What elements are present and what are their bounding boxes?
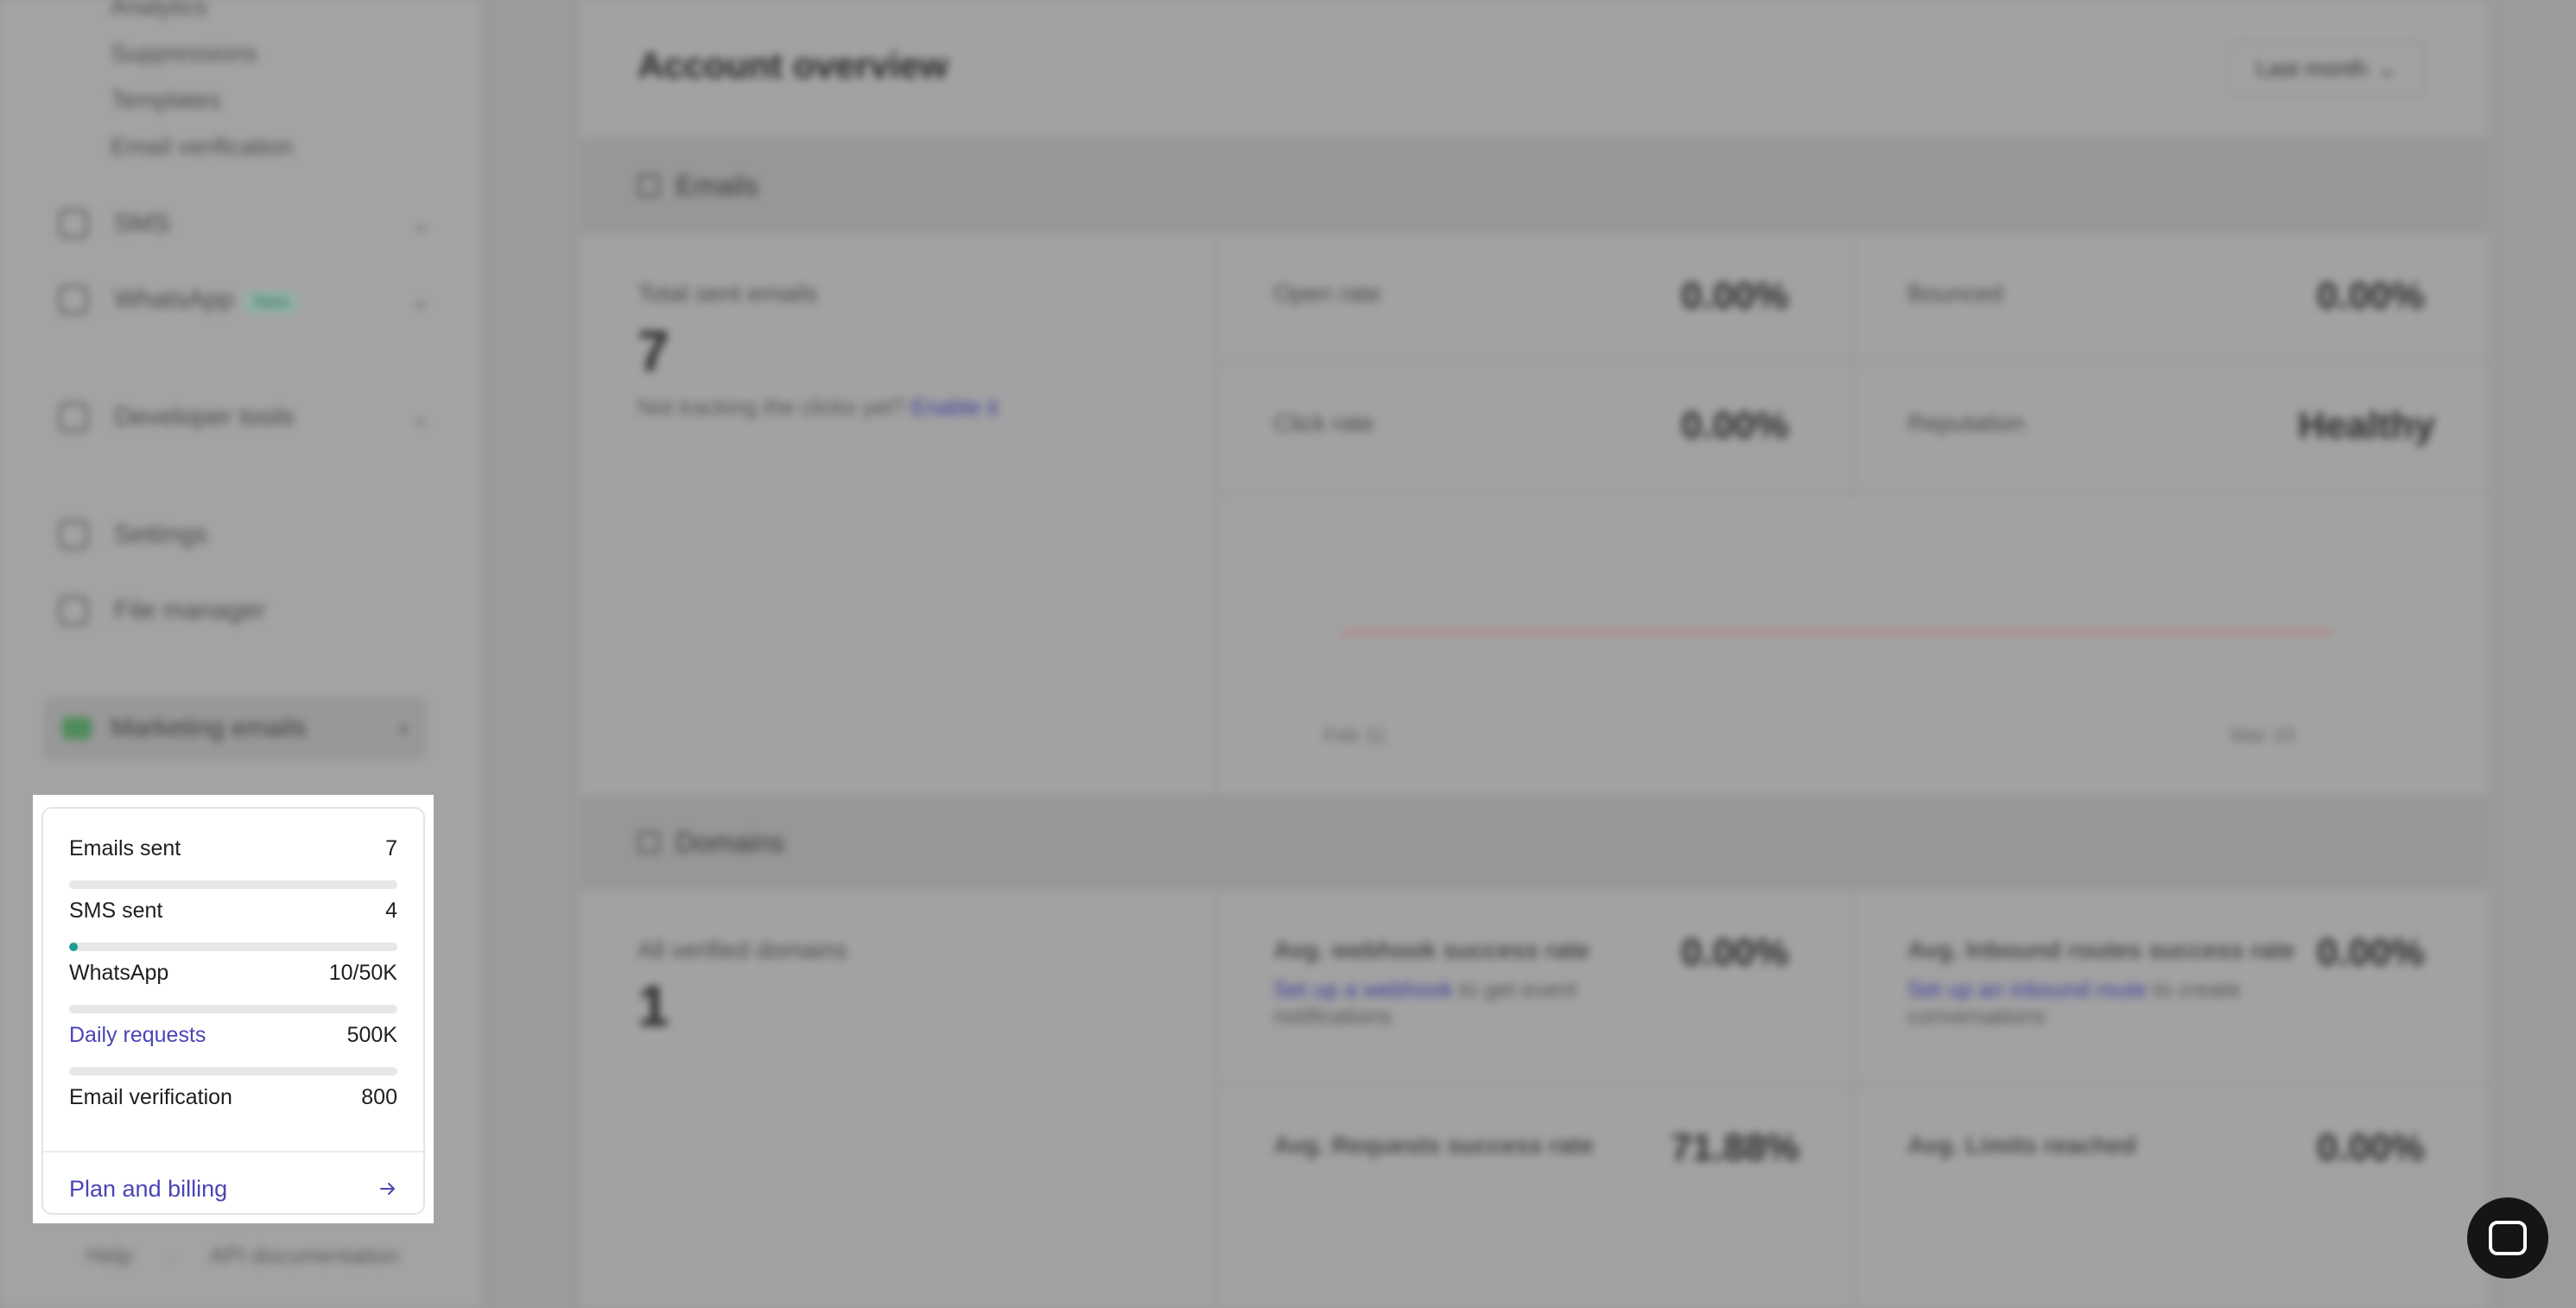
bounced-label: Bounced [1907, 280, 2003, 307]
gear-icon [59, 520, 88, 549]
chevron-down-icon: ⌄ [411, 210, 430, 237]
sidebar-item-settings[interactable]: Settings [59, 513, 430, 556]
chevron-right-icon: › [399, 714, 408, 742]
sidebar-footer: Help · API documentation [86, 1242, 399, 1269]
usage-progress-bar [69, 880, 397, 889]
code-icon [59, 403, 88, 432]
chart-tick-end: Mar 10 [2230, 724, 2295, 747]
requests-rate-label: Avg. Requests success rate [1273, 1132, 1594, 1159]
sidebar-item-sms[interactable]: SMS ⌄ [59, 202, 430, 245]
usage-popover: Emails sent 7 SMS sent 4 WhatsApp 10/50K [41, 807, 425, 1215]
open-rate-value: 0.00% [1681, 275, 1789, 317]
message-icon [59, 209, 88, 238]
chevron-down-icon: ⌄ [411, 403, 430, 430]
usage-value: 7 [385, 836, 397, 860]
globe-icon [638, 831, 660, 854]
open-rate-label: Open rate [1273, 280, 1381, 307]
reputation-label: Reputation [1907, 410, 2025, 436]
usage-value: 500K [346, 1023, 397, 1047]
chart-tick-start: Feb 11 [1323, 724, 1386, 747]
usage-label: SMS sent [69, 898, 163, 923]
inbound-hint: Set up an inbound route to create conver… [1907, 976, 2241, 1029]
help-link[interactable]: Help [86, 1242, 132, 1269]
usage-label: WhatsApp [69, 961, 169, 985]
webhook-hint: Set up a webhook to get event notificati… [1273, 976, 1577, 1029]
setup-inbound-route-link[interactable]: Set up an inbound route [1907, 976, 2148, 1002]
emails-section-header: Emails [581, 138, 2486, 233]
sidebar-subitem-analytics[interactable]: Analytics [111, 0, 207, 21]
date-range-select[interactable]: Last month ⌄ [2227, 41, 2426, 95]
reputation-value: Healthy [2298, 404, 2435, 447]
mail-icon [638, 175, 660, 197]
usage-popover-frame: Emails sent 7 SMS sent 4 WhatsApp 10/50K [33, 795, 434, 1223]
inbound-rate-label: Avg. Inbound routes success rate [1907, 937, 2295, 963]
sidebar-subitem-email-verification[interactable]: Email verification [111, 133, 294, 161]
sidebar-item-label: SMS [114, 209, 171, 238]
webhook-rate-label: Avg. webhook success rate [1273, 937, 1590, 963]
arrow-right-icon [380, 1183, 395, 1195]
limits-rate-label: Avg. Limits reached [1907, 1132, 2137, 1159]
sent-emails-line [1342, 631, 2332, 634]
chevron-down-icon: ⌄ [411, 286, 430, 313]
usage-label: Daily requests [69, 1023, 206, 1047]
usage-row-daily-requests[interactable]: Daily requests 500K [69, 1023, 397, 1076]
chevron-down-icon: ⌄ [2377, 54, 2397, 81]
domains-section-header: Domains [581, 795, 2486, 890]
inbound-rate-value: 0.00% [2317, 931, 2425, 974]
api-docs-link[interactable]: API documentation [209, 1242, 399, 1269]
total-sent-value: 7 [638, 319, 669, 383]
enable-tracking-link[interactable]: Enable it [910, 394, 998, 420]
usage-label: Emails sent [69, 836, 181, 860]
usage-value: 4 [385, 898, 397, 923]
setup-webhook-link[interactable]: Set up a webhook [1273, 976, 1453, 1002]
webhook-rate-value: 0.00% [1681, 931, 1789, 974]
usage-label: Email verification [69, 1085, 232, 1109]
click-rate-label: Click rate [1273, 410, 1374, 436]
sidebar-subitem-suppressions[interactable]: Suppressions [111, 40, 257, 67]
divider [43, 1151, 423, 1152]
chat-launcher-button[interactable] [2467, 1197, 2548, 1279]
usage-row-whatsapp: WhatsApp 10/50K [69, 961, 397, 1013]
chat-icon [2489, 1221, 2527, 1255]
new-badge: New [245, 291, 298, 314]
sidebar-subitem-templates[interactable]: Templates [111, 86, 221, 114]
page-title: Account overview [638, 45, 949, 86]
folder-icon [59, 596, 88, 625]
usage-value: 10/50K [328, 961, 397, 985]
limits-rate-value: 0.00% [2317, 1127, 2425, 1169]
usage-progress-bar [69, 1005, 397, 1013]
whatsapp-icon [59, 285, 88, 314]
sidebar-item-marketing-emails[interactable]: Marketing emails › [43, 696, 427, 760]
sidebar-item-label: WhatsApp [114, 285, 234, 314]
sidebar-item-developer-tools[interactable]: Developer tools ⌄ [59, 396, 430, 439]
requests-rate-value: 71.88% [1671, 1127, 1800, 1169]
usage-row-emails: Emails sent 7 [69, 836, 397, 889]
sidebar-item-label: Developer tools [114, 403, 295, 431]
plan-and-billing-link[interactable]: Plan and billing [69, 1171, 397, 1206]
usage-row-email-verification: Email verification 800 [69, 1085, 397, 1110]
usage-progress-fill [69, 943, 78, 951]
verified-domains-value: 1 [638, 974, 669, 1038]
tracking-hint: Not tracking the clicks yet? Enable it [638, 394, 999, 420]
total-sent-label: Total sent emails [638, 280, 818, 307]
usage-row-sms: SMS sent 4 [69, 898, 397, 951]
click-rate-value: 0.00% [1681, 404, 1789, 447]
usage-progress-bar [69, 943, 397, 951]
bounced-value: 0.00% [2317, 275, 2425, 317]
sidebar-item-label: Settings [114, 520, 208, 549]
sidebar-item-file-manager[interactable]: File manager [59, 589, 430, 632]
usage-value: 800 [361, 1085, 397, 1109]
mail-icon [62, 717, 92, 740]
sidebar-item-label: Marketing emails [111, 714, 307, 742]
sidebar-item-whatsapp[interactable]: WhatsApp New ⌄ [59, 278, 430, 321]
sidebar-item-label: File manager [114, 596, 266, 625]
verified-domains-label: All verified domains [638, 937, 847, 963]
usage-progress-bar [69, 1067, 397, 1076]
